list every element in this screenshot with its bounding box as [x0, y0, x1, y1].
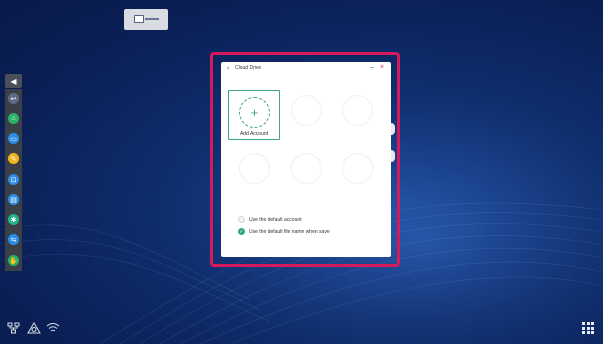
account-slot [291, 95, 322, 126]
window-tool[interactable]: ▭ [8, 133, 19, 144]
home-tool[interactable]: ⌂ [8, 113, 19, 124]
home-icon: ⌂ [11, 115, 16, 122]
toolbar-collapse-button[interactable]: ◀ [5, 74, 22, 88]
minimize-icon[interactable]: – [370, 64, 374, 71]
plus-icon: + [239, 97, 270, 128]
cloud-drive-dialog: ‹ Cloud Drive – × + Add Account Use the … [221, 62, 391, 257]
input-tool[interactable]: ⇆ [8, 234, 19, 245]
default-account-label[interactable]: Use the default account [249, 217, 302, 223]
dialog-titlebar: ‹ Cloud Drive – × [221, 62, 391, 76]
default-filename-radio[interactable]: ✓ [238, 228, 245, 235]
account-slot [291, 153, 322, 184]
screen-thumbnail[interactable] [124, 9, 168, 30]
wifi-icon[interactable] [46, 322, 60, 337]
back-icon: ↩ [10, 95, 17, 103]
board-tool[interactable]: ▤ [8, 194, 19, 205]
add-account-label: Add Account [239, 131, 269, 137]
check-icon: ✓ [239, 228, 244, 235]
tools-icon: ✱ [10, 216, 17, 224]
side-toolbar: ↩ ⌂ ▭ ✎ ⊡ ▤ ✱ ⇆ ✋ [5, 89, 22, 271]
close-icon[interactable]: × [380, 64, 384, 71]
pen-icon: ✎ [10, 155, 17, 163]
account-slot [342, 153, 373, 184]
window-icon: ▭ [10, 135, 17, 143]
settings-tool[interactable]: ✱ [8, 214, 19, 225]
apps-grid-icon[interactable] [582, 322, 594, 334]
thumbnail-caption [145, 18, 159, 20]
add-account-button[interactable]: + Add Account [228, 90, 280, 140]
input-switch-icon: ⇆ [10, 236, 17, 244]
back-tool[interactable]: ↩ [8, 93, 19, 104]
default-filename-label[interactable]: Use the default file name when save [249, 229, 330, 235]
network-icon[interactable] [7, 322, 20, 337]
board-icon: ▤ [10, 196, 17, 204]
chevron-left-icon: ◀ [10, 76, 17, 86]
screenshot-tool[interactable]: ⊡ [8, 174, 19, 185]
screenshot-icon: ⊡ [10, 176, 17, 184]
pen-tool[interactable]: ✎ [8, 153, 19, 164]
annotate-tool[interactable]: ✋ [8, 255, 19, 266]
hand-icon: ✋ [9, 257, 18, 265]
dialog-title: Cloud Drive [235, 65, 262, 71]
default-account-radio[interactable] [238, 216, 245, 223]
account-slot [239, 153, 270, 184]
cloud-icon[interactable] [27, 322, 41, 337]
thumbnail-window-icon [134, 15, 144, 23]
back-chevron-icon[interactable]: ‹ [227, 65, 229, 72]
account-slot [342, 95, 373, 126]
